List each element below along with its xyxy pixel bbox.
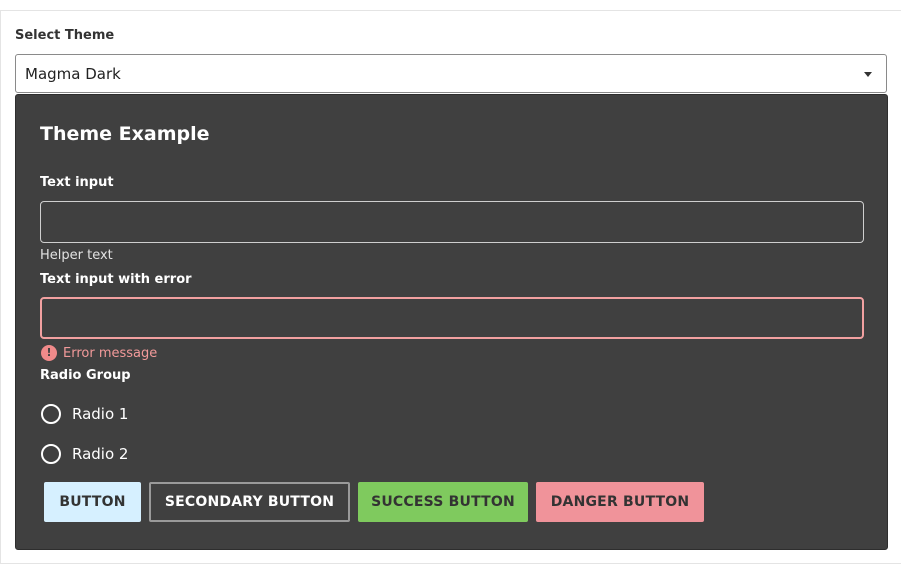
theme-example-panel: Theme Example Text input Helper text Tex…	[15, 94, 888, 550]
error-message-row: ! Error message	[41, 345, 157, 361]
helper-text: Helper text	[40, 248, 113, 263]
radio-group-label: Radio Group	[40, 368, 131, 383]
text-input-label: Text input	[40, 175, 114, 190]
radio-circle-icon[interactable]	[41, 404, 61, 424]
error-message: Error message	[63, 345, 158, 361]
theme-select-value: Magma Dark	[25, 65, 121, 83]
radio-option-1[interactable]: Radio 1	[41, 403, 128, 425]
bottom-divider	[0, 563, 901, 564]
theme-select[interactable]: Magma Dark	[15, 54, 887, 93]
danger-button[interactable]: DANGER BUTTON	[536, 482, 704, 522]
error-text-input[interactable]	[40, 297, 864, 339]
theme-select-label: Select Theme	[15, 28, 115, 43]
exclamation-circle-icon: !	[41, 345, 57, 361]
top-divider	[0, 10, 901, 11]
secondary-button[interactable]: SECONDARY BUTTON	[149, 482, 350, 522]
panel-title: Theme Example	[40, 123, 210, 145]
radio-label[interactable]: Radio 1	[72, 405, 128, 423]
radio-circle-icon[interactable]	[41, 444, 61, 464]
error-input-label: Text input with error	[40, 272, 192, 287]
left-divider	[0, 10, 1, 564]
primary-button[interactable]: BUTTON	[44, 482, 141, 522]
radio-label[interactable]: Radio 2	[72, 445, 128, 463]
caret-down-icon[interactable]	[864, 72, 872, 77]
text-input[interactable]	[40, 201, 864, 243]
success-button[interactable]: SUCCESS BUTTON	[358, 482, 528, 522]
radio-option-2[interactable]: Radio 2	[41, 443, 128, 465]
